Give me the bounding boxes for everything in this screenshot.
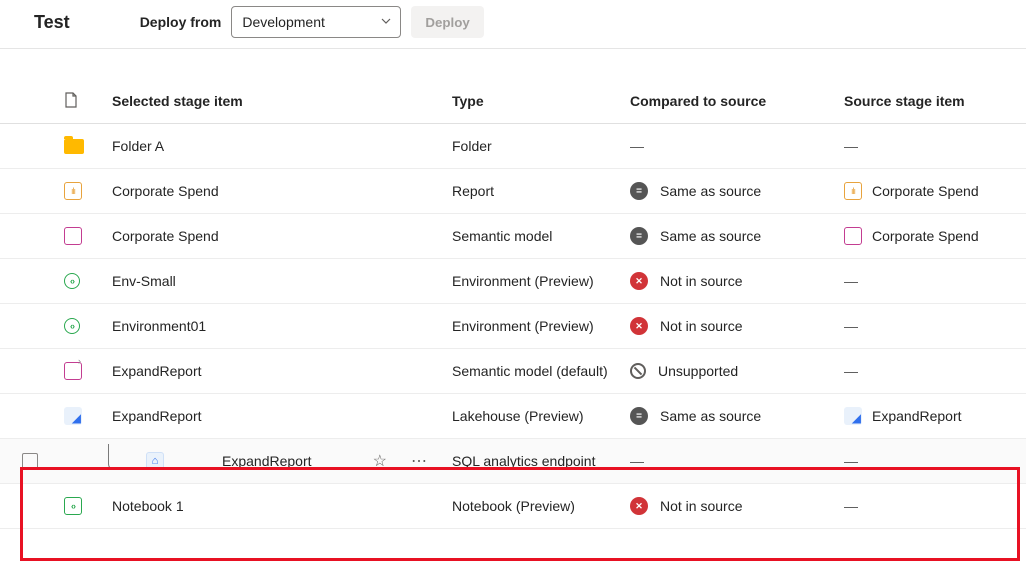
- deploy-button[interactable]: Deploy: [411, 6, 483, 38]
- table-row[interactable]: ExpandReport Lakehouse (Preview) Same as s…: [0, 394, 1026, 439]
- item-type: Environment (Preview): [452, 318, 630, 334]
- model-icon: [844, 227, 862, 245]
- compare-label: Unsupported: [658, 363, 738, 379]
- compare-label: Not in source: [660, 273, 742, 289]
- source-name: Corporate Spend: [872, 228, 979, 244]
- report-icon: [844, 182, 862, 200]
- item-name: ExpandReport: [222, 453, 312, 469]
- col-header-source[interactable]: Source stage item: [844, 93, 1026, 109]
- compare-label: Same as source: [660, 408, 761, 424]
- lh-icon: [844, 407, 862, 425]
- item-type: Folder: [452, 138, 630, 154]
- compare-badge-notin: [630, 497, 648, 515]
- compare-label: Same as source: [660, 228, 761, 244]
- lh-icon: [64, 407, 82, 425]
- chevron-down-icon: [380, 14, 392, 30]
- item-name: Corporate Spend: [112, 228, 219, 244]
- env-icon: [64, 318, 80, 334]
- compare-badge-same: [630, 407, 648, 425]
- tree-elbow-icon: [108, 444, 130, 470]
- table-row[interactable]: Corporate Spend Report Same as source Corpo…: [0, 169, 1026, 214]
- col-header-compare[interactable]: Compared to source: [630, 93, 844, 109]
- item-name: Notebook 1: [112, 498, 184, 514]
- compare-label: Same as source: [660, 183, 761, 199]
- model-icon: [64, 227, 82, 245]
- table-row[interactable]: Env-Small Environment (Preview) Not in sou…: [0, 259, 1026, 304]
- more-actions-icon[interactable]: ⋯: [411, 451, 428, 471]
- compare-badge-same: [630, 182, 648, 200]
- source-name: —: [844, 498, 858, 514]
- item-name: ExpandReport: [112, 408, 202, 424]
- dropdown-value: Development: [242, 14, 325, 30]
- compare-label: Not in source: [660, 318, 742, 334]
- item-type: SQL analytics endpoint: [452, 453, 630, 469]
- compare-badge-same: [630, 227, 648, 245]
- nb-icon: [64, 497, 82, 515]
- compare-badge-notin: [630, 317, 648, 335]
- compare-dash: —: [630, 138, 644, 154]
- compare-dash: —: [630, 453, 644, 469]
- table-row[interactable]: ExpandReport☆⋯SQL analytics endpoint——: [0, 439, 1026, 484]
- item-type: Lakehouse (Preview): [452, 408, 630, 424]
- item-type: Report: [452, 183, 630, 199]
- source-stage-dropdown[interactable]: Development: [231, 6, 401, 38]
- table-header: Selected stage item Type Compared to sou…: [0, 79, 1026, 124]
- item-type: Environment (Preview): [452, 273, 630, 289]
- doc-icon: [64, 92, 78, 111]
- item-type: Semantic model: [452, 228, 630, 244]
- item-name: Folder A: [112, 138, 164, 154]
- report-icon: [64, 182, 82, 200]
- stage-title: Test: [34, 12, 70, 33]
- favorite-star-icon[interactable]: ☆: [373, 451, 387, 471]
- deploy-from-label: Deploy from: [140, 14, 222, 30]
- item-name: ExpandReport: [112, 363, 202, 379]
- compare-badge-unsupported: [630, 363, 646, 379]
- item-name: Environment01: [112, 318, 206, 334]
- compare-label: Not in source: [660, 498, 742, 514]
- source-name: —: [844, 453, 858, 469]
- table-row[interactable]: ›ExpandReportSemantic model (default)Uns…: [0, 349, 1026, 394]
- source-name: —: [844, 363, 858, 379]
- col-header-type[interactable]: Type: [452, 93, 630, 109]
- folder-icon: [64, 139, 84, 154]
- table-row[interactable]: Environment01 Environment (Preview) Not in…: [0, 304, 1026, 349]
- env-icon: [64, 273, 80, 289]
- compare-badge-notin: [630, 272, 648, 290]
- source-name: Corporate Spend: [872, 183, 979, 199]
- table-row[interactable]: Corporate Spend Semantic model Same as sou…: [0, 214, 1026, 259]
- sqlep-icon: [146, 452, 164, 470]
- row-checkbox[interactable]: [22, 453, 38, 469]
- table-row[interactable]: Notebook 1 Notebook (Preview) Not in sourc…: [0, 484, 1026, 529]
- source-name: —: [844, 318, 858, 334]
- item-type: Notebook (Preview): [452, 498, 630, 514]
- table-row[interactable]: Folder AFolder——: [0, 124, 1026, 169]
- source-name: —: [844, 273, 858, 289]
- item-name: Env-Small: [112, 273, 176, 289]
- item-name: Corporate Spend: [112, 183, 219, 199]
- source-name: —: [844, 138, 858, 154]
- source-name: ExpandReport: [872, 408, 962, 424]
- col-header-name[interactable]: Selected stage item: [112, 93, 452, 109]
- item-type: Semantic model (default): [452, 363, 630, 379]
